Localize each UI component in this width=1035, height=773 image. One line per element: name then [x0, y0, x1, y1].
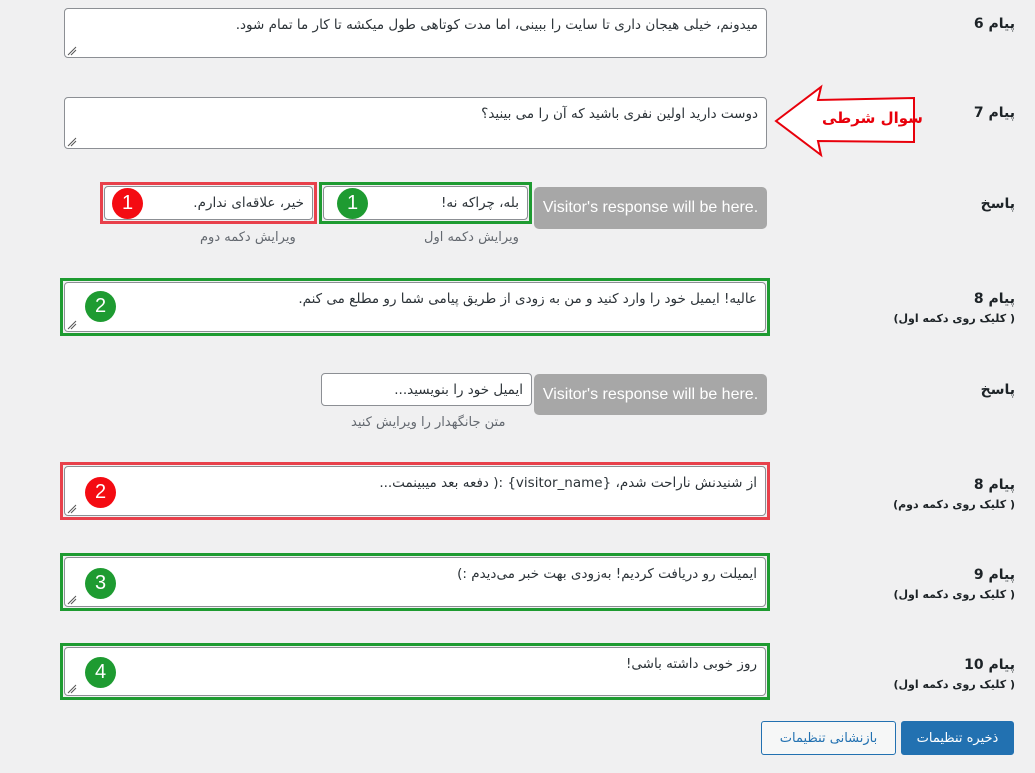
message-10-text: روز خوبی داشته باشی!	[626, 656, 757, 672]
step-badge: 4	[85, 657, 116, 688]
reset-settings-button[interactable]: بازنشانی تنظیمات	[761, 721, 896, 755]
step-badge: 1	[112, 188, 143, 219]
message-7-label: پیام 7	[974, 105, 1015, 121]
button-2-value: خیر، علاقه‌ای ندارم.	[193, 195, 304, 211]
message-10-sublabel: ( کلیک روی دکمه اول)	[893, 678, 1015, 691]
visitor-response-placeholder-button: Visitor's response will be here.	[534, 374, 767, 415]
button-1-value: بله، چراکه نه!	[440, 195, 519, 211]
message-7-textarea[interactable]: دوست دارید اولین نفری باشید که آن را می …	[64, 97, 767, 149]
button-1-hint: ویرایش دکمه اول	[424, 230, 519, 245]
resize-handle-icon[interactable]	[67, 320, 77, 330]
message-8-second-sublabel: ( کلیک روی دکمه دوم)	[893, 498, 1015, 511]
email-placeholder-input[interactable]: ایمیل خود را بنویسید...	[321, 373, 532, 406]
step-badge: 2	[85, 291, 116, 322]
message-7-text: دوست دارید اولین نفری باشید که آن را می …	[481, 106, 758, 122]
message-8-first-textarea[interactable]: عالیه! ایمیل خود را وارد کنید و من به زو…	[64, 282, 766, 332]
message-9-sublabel: ( کلیک روی دکمه اول)	[893, 588, 1015, 601]
message-6-text: میدونم، خیلی هیجان داری تا سایت را ببینی…	[235, 17, 758, 33]
resize-handle-icon[interactable]	[67, 684, 77, 694]
step-badge: 1	[337, 188, 368, 219]
message-8-first-label: پیام 8 ( کلیک روی دکمه اول)	[893, 291, 1015, 325]
reply-2-label-text: پاسخ	[980, 382, 1015, 398]
message-8-second-text: از شنیدنش ناراحت شدم، {visitor_name} :( …	[379, 475, 757, 491]
resize-handle-icon[interactable]	[67, 595, 77, 605]
resize-handle-icon[interactable]	[67, 504, 77, 514]
conditional-question-annotation: سوال شرطی	[822, 109, 923, 127]
email-placeholder-value: ایمیل خود را بنویسید...	[394, 381, 523, 398]
placeholder-hint: متن جانگهدار را ویرایش کنید	[351, 415, 506, 430]
message-9-textarea[interactable]: ایمیلت رو دریافت کردیم! به‌زودی بهت خبر …	[64, 557, 766, 607]
message-6-label: پیام 6	[974, 16, 1015, 32]
message-6-textarea[interactable]: میدونم، خیلی هیجان داری تا سایت را ببینی…	[64, 8, 767, 58]
message-9-label-text: پیام 9	[973, 567, 1015, 583]
message-10-textarea[interactable]: روز خوبی داشته باشی!	[64, 647, 766, 696]
message-8-second-textarea[interactable]: از شنیدنش ناراحت شدم، {visitor_name} :( …	[64, 466, 766, 516]
message-8-first-label-text: پیام 8	[973, 291, 1015, 307]
reply-1-label-text: پاسخ	[980, 196, 1015, 212]
button-2-hint: ویرایش دکمه دوم	[200, 230, 296, 245]
reply-2-label: پاسخ	[981, 382, 1015, 398]
resize-handle-icon[interactable]	[67, 46, 77, 56]
step-badge: 2	[85, 477, 116, 508]
message-8-second-label-text: پیام 8	[973, 477, 1015, 493]
message-8-first-text: عالیه! ایمیل خود را وارد کنید و من به زو…	[298, 291, 757, 307]
message-10-label: پیام 10 ( کلیک روی دکمه اول)	[893, 657, 1015, 691]
message-7-label-text: پیام 7	[973, 105, 1015, 121]
step-badge: 3	[85, 568, 116, 599]
save-settings-button[interactable]: ذخیره تنظیمات	[901, 721, 1014, 755]
message-9-text: ایمیلت رو دریافت کردیم! به‌زودی بهت خبر …	[457, 566, 757, 582]
message-8-first-sublabel: ( کلیک روی دکمه اول)	[893, 312, 1015, 325]
visitor-response-placeholder-button: Visitor's response will be here.	[534, 187, 767, 229]
reply-1-label: پاسخ	[981, 196, 1015, 212]
message-9-label: پیام 9 ( کلیک روی دکمه اول)	[893, 567, 1015, 601]
message-6-label-text: پیام 6	[973, 16, 1015, 32]
message-8-second-label: پیام 8 ( کلیک روی دکمه دوم)	[893, 477, 1015, 511]
resize-handle-icon[interactable]	[67, 137, 77, 147]
message-10-label-text: پیام 10	[964, 657, 1015, 673]
